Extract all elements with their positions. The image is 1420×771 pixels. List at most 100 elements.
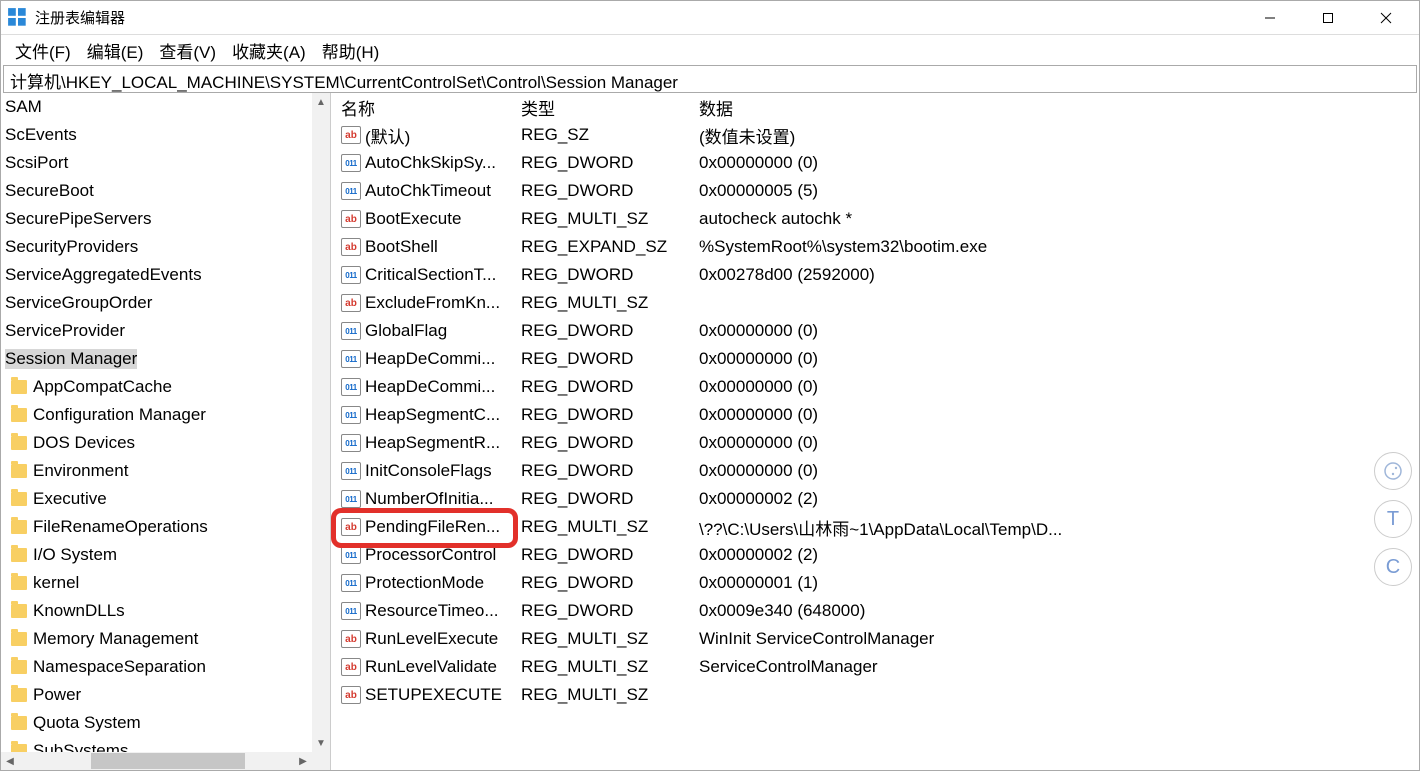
value-row[interactable]: ProtectionModeREG_DWORD0x00000001 (1)	[331, 569, 1419, 597]
close-button[interactable]	[1357, 2, 1415, 34]
tree-item[interactable]: Memory Management	[1, 625, 330, 653]
tree-item-label: Configuration Manager	[33, 405, 206, 425]
value-row[interactable]: RunLevelValidateREG_MULTI_SZServiceContr…	[331, 653, 1419, 681]
value-row[interactable]: NumberOfInitia...REG_DWORD0x00000002 (2)	[331, 485, 1419, 513]
value-row[interactable]: RunLevelExecuteREG_MULTI_SZWinInit Servi…	[331, 625, 1419, 653]
value-row[interactable]: AutoChkSkipSy...REG_DWORD0x00000000 (0)	[331, 149, 1419, 177]
value-row[interactable]: PendingFileRen...REG_MULTI_SZ\??\C:\User…	[331, 513, 1419, 541]
tree-item[interactable]: ScsiPort	[1, 149, 330, 177]
value-row[interactable]: BootExecuteREG_MULTI_SZautocheck autochk…	[331, 205, 1419, 233]
content-area: SAM ScEvents ScsiPort SecureBoot SecurePipeS…	[1, 93, 1419, 770]
value-row[interactable]: ResourceTimeo...REG_DWORD0x0009e340 (648…	[331, 597, 1419, 625]
overlay-button-3[interactable]: C	[1374, 548, 1412, 586]
tree-item-label: ScEvents	[5, 125, 77, 145]
folder-icon	[11, 380, 27, 394]
value-row[interactable]: HeapSegmentR...REG_DWORD0x00000000 (0)	[331, 429, 1419, 457]
folder-icon	[11, 632, 27, 646]
value-row[interactable]: InitConsoleFlagsREG_DWORD0x00000000 (0)	[331, 457, 1419, 485]
overlay-button-1[interactable]	[1374, 452, 1412, 490]
list-header[interactable]: 名称 类型 数据	[331, 93, 1419, 121]
tree-view[interactable]: SAM ScEvents ScsiPort SecureBoot SecurePipeS…	[1, 93, 330, 770]
value-data: 0x00000002 (2)	[695, 545, 1419, 565]
value-type: REG_MULTI_SZ	[517, 629, 695, 649]
value-row[interactable]: ProcessorControlREG_DWORD0x00000002 (2)	[331, 541, 1419, 569]
scroll-thumb[interactable]	[91, 753, 245, 769]
menu-file[interactable]: 文件(F)	[7, 36, 79, 65]
tree-item[interactable]: ServiceGroupOrder	[1, 289, 330, 317]
scroll-right-icon[interactable]: ▶	[294, 752, 312, 770]
tree-item[interactable]: SecurePipeServers	[1, 205, 330, 233]
tree-item[interactable]: kernel	[1, 569, 330, 597]
tree-item[interactable]: Session Manager	[1, 345, 330, 373]
tree-item[interactable]: AppCompatCache	[1, 373, 330, 401]
folder-icon	[11, 716, 27, 730]
minimize-button[interactable]	[1241, 2, 1299, 34]
value-row[interactable]: HeapDeCommi...REG_DWORD0x00000000 (0)	[331, 345, 1419, 373]
dword-value-icon	[341, 406, 361, 424]
address-bar[interactable]: 计算机\HKEY_LOCAL_MACHINE\SYSTEM\CurrentCon…	[3, 65, 1417, 93]
string-value-icon	[341, 658, 361, 676]
column-type[interactable]: 类型	[517, 95, 695, 120]
overlay-button-2[interactable]: T	[1374, 500, 1412, 538]
tree-item[interactable]: ServiceProvider	[1, 317, 330, 345]
tree-item[interactable]: FileRenameOperations	[1, 513, 330, 541]
tree-item[interactable]: NamespaceSeparation	[1, 653, 330, 681]
value-row[interactable]: ExcludeFromKn...REG_MULTI_SZ	[331, 289, 1419, 317]
tree-item-label: kernel	[33, 573, 79, 593]
tree-item[interactable]: SAM	[1, 93, 330, 121]
column-name[interactable]: 名称	[337, 95, 517, 120]
tree-item[interactable]: Environment	[1, 457, 330, 485]
value-row[interactable]: SETUPEXECUTEREG_MULTI_SZ	[331, 681, 1419, 709]
tree-item[interactable]: Executive	[1, 485, 330, 513]
dword-value-icon	[341, 434, 361, 452]
value-row[interactable]: HeapSegmentC...REG_DWORD0x00000000 (0)	[331, 401, 1419, 429]
tree-item[interactable]: ScEvents	[1, 121, 330, 149]
menu-favorites[interactable]: 收藏夹(A)	[224, 36, 314, 65]
value-data: 0x00000002 (2)	[695, 489, 1419, 509]
value-data: 0x00000005 (5)	[695, 181, 1419, 201]
scroll-up-icon[interactable]: ▲	[312, 93, 330, 111]
tree-item-label: SecureBoot	[5, 181, 94, 201]
value-name: (默认)	[365, 123, 410, 148]
value-row[interactable]: CriticalSectionT...REG_DWORD0x00278d00 (…	[331, 261, 1419, 289]
scroll-down-icon[interactable]: ▼	[312, 734, 330, 752]
string-value-icon	[341, 126, 361, 144]
maximize-button[interactable]	[1299, 2, 1357, 34]
menu-help[interactable]: 帮助(H)	[314, 36, 388, 65]
tree-item[interactable]: DOS Devices	[1, 429, 330, 457]
tree-item[interactable]: Quota System	[1, 709, 330, 737]
dword-value-icon	[341, 182, 361, 200]
tree-vertical-scrollbar[interactable]: ▲ ▼	[312, 93, 330, 752]
tree-item[interactable]: Power	[1, 681, 330, 709]
tree-item-label: ServiceGroupOrder	[5, 293, 152, 313]
value-data: %SystemRoot%\system32\bootim.exe	[695, 237, 1419, 257]
scroll-left-icon[interactable]: ◀	[1, 752, 19, 770]
value-row[interactable]: AutoChkTimeoutREG_DWORD0x00000005 (5)	[331, 177, 1419, 205]
tree-item[interactable]: SecureBoot	[1, 177, 330, 205]
values-list[interactable]: (默认)REG_SZ(数值未设置)AutoChkSkipSy...REG_DWO…	[331, 121, 1419, 709]
tree-item[interactable]: I/O System	[1, 541, 330, 569]
menu-edit[interactable]: 编辑(E)	[79, 36, 152, 65]
tree-item-label: ServiceAggregatedEvents	[5, 265, 202, 285]
tree-item[interactable]: Configuration Manager	[1, 401, 330, 429]
value-type: REG_DWORD	[517, 181, 695, 201]
value-row[interactable]: (默认)REG_SZ(数值未设置)	[331, 121, 1419, 149]
folder-icon	[11, 548, 27, 562]
value-row[interactable]: GlobalFlagREG_DWORD0x00000000 (0)	[331, 317, 1419, 345]
tree-item[interactable]: ServiceAggregatedEvents	[1, 261, 330, 289]
dword-value-icon	[341, 378, 361, 396]
value-type: REG_MULTI_SZ	[517, 293, 695, 313]
scroll-track[interactable]	[19, 752, 294, 770]
value-row[interactable]: BootShellREG_EXPAND_SZ%SystemRoot%\syste…	[331, 233, 1419, 261]
menu-view[interactable]: 查看(V)	[151, 36, 224, 65]
folder-icon	[11, 576, 27, 590]
column-data[interactable]: 数据	[695, 95, 1419, 120]
tree-item[interactable]: SecurityProviders	[1, 233, 330, 261]
value-name-cell: RunLevelValidate	[337, 657, 517, 677]
tree-item[interactable]: KnownDLLs	[1, 597, 330, 625]
dword-value-icon	[341, 490, 361, 508]
value-row[interactable]: HeapDeCommi...REG_DWORD0x00000000 (0)	[331, 373, 1419, 401]
value-name: GlobalFlag	[365, 321, 447, 341]
tree-horizontal-scrollbar[interactable]: ◀ ▶	[1, 752, 312, 770]
title-bar[interactable]: 注册表编辑器	[1, 1, 1419, 35]
